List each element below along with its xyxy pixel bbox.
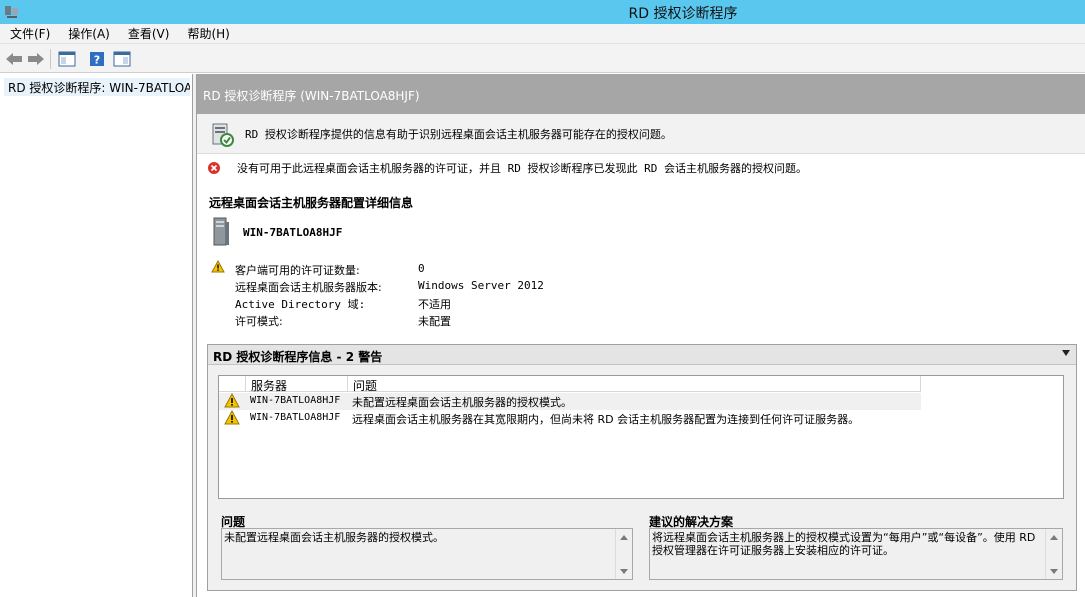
property-row: 许可模式: 未配置: [235, 313, 655, 330]
solution-textbox[interactable]: 将远程桌面会话主机服务器上的授权模式设置为“每用户”或“每设备”。使用 RD 授…: [649, 528, 1063, 580]
issue-text: 远程桌面会话主机服务器在其宽限期内，但尚未将 RD 会话主机服务器配置为连接到任…: [352, 413, 860, 426]
diagnostics-group: RD 授权诊断程序信息 - 2 警告 服务器 问题 WIN-7BATLOA8HJ…: [207, 344, 1077, 591]
property-key: 客户端可用的许可证数量:: [235, 264, 360, 277]
main-content: RD 授权诊断程序 (WIN-7BATLOA8HJF) RD 授权诊断程序提供的…: [197, 74, 1085, 597]
toolbar: ?: [0, 44, 1085, 73]
svg-text:?: ?: [94, 54, 100, 67]
property-value: 不适用: [418, 298, 451, 311]
help-button[interactable]: ?: [87, 49, 107, 69]
scroll-up-icon[interactable]: [616, 529, 632, 545]
scroll-up-icon[interactable]: [1046, 529, 1062, 545]
back-arrow-icon: [6, 53, 22, 65]
issues-list[interactable]: 服务器 问题 WIN-7BATLOA8HJF 未配置远程桌面会话主机服务器的授权…: [218, 375, 1064, 499]
diagnostics-title: RD 授权诊断程序信息 - 2 警告: [213, 350, 383, 364]
forward-arrow-icon: [28, 53, 44, 65]
property-key: 许可模式:: [235, 315, 283, 328]
solution-text: 将远程桌面会话主机服务器上的授权模式设置为“每用户”或“每设备”。使用 RD 授…: [652, 531, 1036, 557]
tree-node-rd-diagnoser[interactable]: RD 授权诊断程序: WIN-7BATLOA8HJF: [4, 78, 190, 96]
property-row: Active Directory 域: 不适用: [235, 296, 655, 313]
error-message: 没有可用于此远程桌面会话主机服务器的许可证，并且 RD 授权诊断程序已发现此 R…: [237, 162, 807, 175]
collapse-chevron-icon[interactable]: [1062, 350, 1070, 356]
column-header-issue[interactable]: 问题: [353, 377, 377, 394]
warning-icon: [224, 410, 240, 425]
warning-icon: [224, 393, 240, 408]
list-header: 服务器 问题: [219, 376, 921, 394]
console-tree: RD 授权诊断程序: WIN-7BATLOA8HJF: [0, 74, 193, 597]
menu-view[interactable]: 查看(V): [118, 25, 178, 42]
server-icon: [213, 217, 229, 246]
list-item[interactable]: WIN-7BATLOA8HJF 远程桌面会话主机服务器在其宽限期内，但尚未将 R…: [219, 410, 921, 427]
property-key: Active Directory 域:: [235, 298, 366, 311]
tree-node-label: RD 授权诊断程序: WIN-7BATLOA8HJF: [8, 80, 190, 95]
server-row: WIN-7BATLOA8HJF: [211, 217, 342, 247]
server-name: WIN-7BATLOA8HJF: [243, 225, 343, 239]
menu-action[interactable]: 操作(A): [58, 25, 118, 42]
diagnostics-header[interactable]: RD 授权诊断程序信息 - 2 警告: [208, 345, 1076, 365]
list-item[interactable]: WIN-7BATLOA8HJF 未配置远程桌面会话主机服务器的授权模式。: [219, 393, 921, 410]
menu-help[interactable]: 帮助(H): [177, 25, 237, 42]
forward-button[interactable]: [26, 49, 46, 69]
issue-server: WIN-7BATLOA8HJF: [250, 412, 341, 423]
diagnoser-large-icon: [209, 122, 237, 153]
property-key: 远程桌面会话主机服务器版本:: [235, 281, 382, 294]
help-icon: ?: [90, 52, 104, 67]
solution-scrollbar[interactable]: [1045, 529, 1062, 579]
window-title: RD 授权诊断程序: [628, 6, 738, 22]
console-tree-icon: [58, 51, 76, 67]
property-value: 未配置: [418, 315, 451, 328]
scroll-down-icon[interactable]: [1046, 563, 1062, 579]
property-row: 客户端可用的许可证数量: 0: [235, 262, 655, 279]
scroll-down-icon[interactable]: [616, 563, 632, 579]
property-row: 远程桌面会话主机服务器版本: Windows Server 2012: [235, 279, 655, 296]
column-separator: [245, 376, 246, 392]
column-separator: [347, 376, 348, 392]
action-pane-icon: [113, 51, 131, 67]
back-button[interactable]: [4, 49, 24, 69]
problem-textbox[interactable]: 未配置远程桌面会话主机服务器的授权模式。: [221, 528, 633, 580]
config-section-title: 远程桌面会话主机服务器配置详细信息: [209, 196, 414, 210]
description-band: RD 授权诊断程序提供的信息有助于识别远程桌面会话主机服务器可能存在的授权问题。: [197, 114, 1085, 154]
show-hide-tree-button[interactable]: [57, 49, 77, 69]
issue-server: WIN-7BATLOA8HJF: [250, 395, 341, 406]
issue-text: 未配置远程桌面会话主机服务器的授权模式。: [352, 396, 572, 409]
show-hide-action-pane-button[interactable]: [112, 49, 132, 69]
problem-scrollbar[interactable]: [615, 529, 632, 579]
description-text: RD 授权诊断程序提供的信息有助于识别远程桌面会话主机服务器可能存在的授权问题。: [245, 128, 672, 141]
content-header: RD 授权诊断程序 (WIN-7BATLOA8HJF): [197, 74, 1085, 114]
error-banner: 没有可用于此远程桌面会话主机服务器的许可证，并且 RD 授权诊断程序已发现此 R…: [207, 160, 807, 176]
content-title: RD 授权诊断程序 (WIN-7BATLOA8HJF): [203, 89, 420, 103]
property-value: Windows Server 2012: [418, 279, 544, 292]
toolbar-separator: [50, 49, 51, 69]
warning-icon: [211, 260, 225, 273]
menu-bar: 文件(F) 操作(A) 查看(V) 帮助(H): [0, 24, 1085, 44]
title-bar: RD 授权诊断程序: [0, 0, 1085, 24]
problem-text: 未配置远程桌面会话主机服务器的授权模式。: [224, 531, 444, 544]
error-icon: [208, 162, 220, 174]
column-separator: [920, 376, 921, 392]
column-header-server[interactable]: 服务器: [251, 377, 287, 394]
menu-file[interactable]: 文件(F): [0, 25, 58, 42]
property-value: 0: [418, 262, 425, 275]
